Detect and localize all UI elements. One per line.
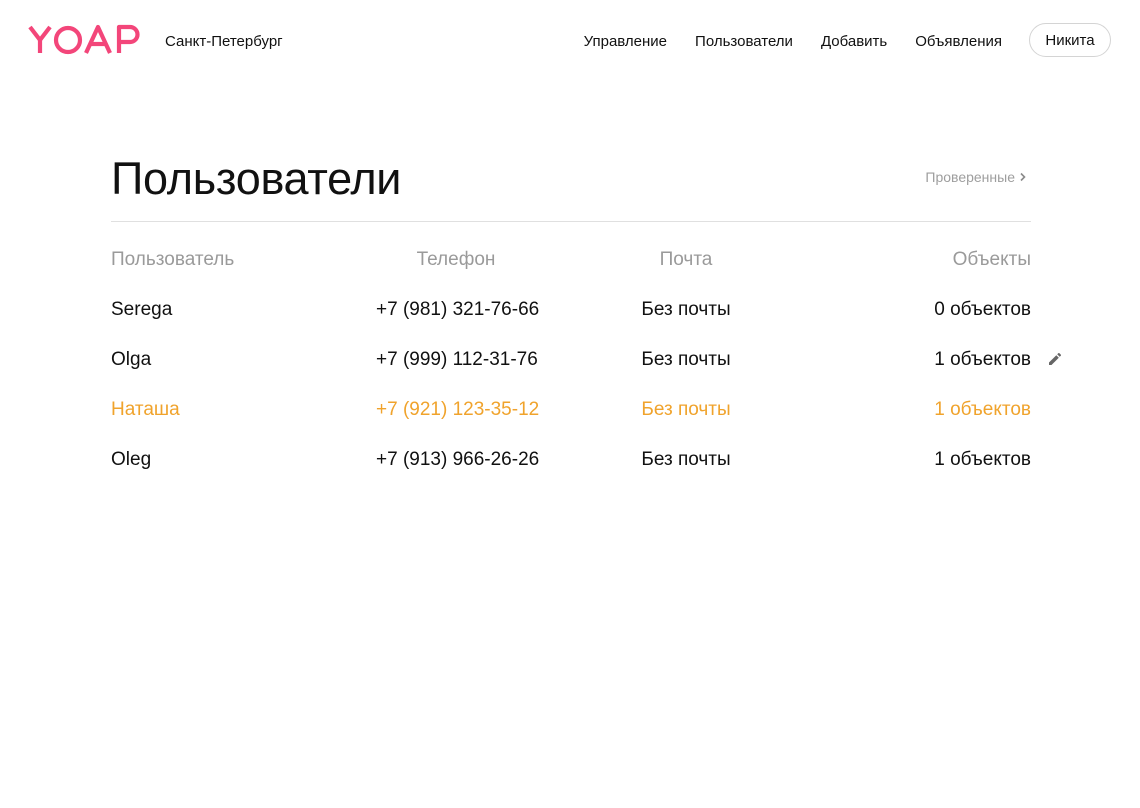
user-name: Oleg [111, 449, 152, 470]
user-name: Serega [111, 299, 173, 320]
user-email: Без почты [641, 449, 731, 470]
chevron-right-icon [1020, 172, 1026, 182]
logo[interactable] [28, 23, 142, 57]
column-header-objects: Объекты [952, 249, 1031, 270]
verified-users-link[interactable]: Проверенные [925, 169, 1027, 185]
pencil-icon[interactable] [1047, 351, 1063, 367]
user-objects: 1 объектов [934, 349, 1031, 370]
page-title: Пользователи [111, 153, 402, 204]
users-page: Пользователи Проверенные Пользователь Те… [111, 140, 1062, 485]
user-menu-button[interactable]: Никита [1029, 23, 1111, 57]
verified-link-label: Проверенные [925, 169, 1015, 185]
users-table: Пользователь Телефон Почта Объекты Sereg… [111, 235, 1062, 485]
column-header-user: Пользователь [111, 249, 235, 270]
main-nav: Управление Пользователи Добавить Объявле… [584, 33, 1002, 50]
column-header-phone: Телефон [416, 249, 496, 270]
top-bar: Санкт-Петербург Управление Пользователи … [0, 0, 1140, 84]
user-objects: 0 объектов [934, 299, 1031, 320]
user-phone: +7 (981) 321-76-66 [376, 299, 540, 320]
user-email: Без почты [641, 399, 731, 420]
nav-link-add[interactable]: Добавить [821, 33, 887, 50]
user-objects: 1 объектов [934, 449, 1031, 470]
user-email: Без почты [641, 299, 731, 320]
user-name: Olga [111, 349, 152, 370]
user-phone: +7 (921) 123-35-12 [376, 399, 540, 420]
nav-link-users[interactable]: Пользователи [695, 33, 793, 50]
logo-wordmark [28, 24, 140, 55]
column-header-email: Почта [659, 249, 713, 270]
user-phone: +7 (913) 966-26-26 [376, 449, 540, 470]
user-objects: 1 объектов [934, 399, 1031, 420]
table-row[interactable]: Olga +7 (999) 112-31-76 Без почты 1 объе… [111, 335, 1062, 385]
user-email: Без почты [641, 349, 731, 370]
table-row-highlighted[interactable]: Наташа +7 (921) 123-35-12 Без почты 1 об… [111, 385, 1031, 435]
city-selector[interactable]: Санкт-Петербург [165, 33, 283, 50]
user-name: Наташа [111, 399, 180, 420]
table-row[interactable]: Serega +7 (981) 321-76-66 Без почты 0 об… [111, 285, 1031, 335]
table-header: Пользователь Телефон Почта Объекты [111, 235, 1031, 285]
nav-link-management[interactable]: Управление [584, 33, 667, 50]
table-row[interactable]: Oleg +7 (913) 966-26-26 Без почты 1 объе… [111, 435, 1031, 485]
user-phone: +7 (999) 112-31-76 [376, 349, 538, 370]
title-row: Пользователи Проверенные [111, 140, 1031, 222]
nav-link-ads[interactable]: Объявления [915, 33, 1002, 50]
